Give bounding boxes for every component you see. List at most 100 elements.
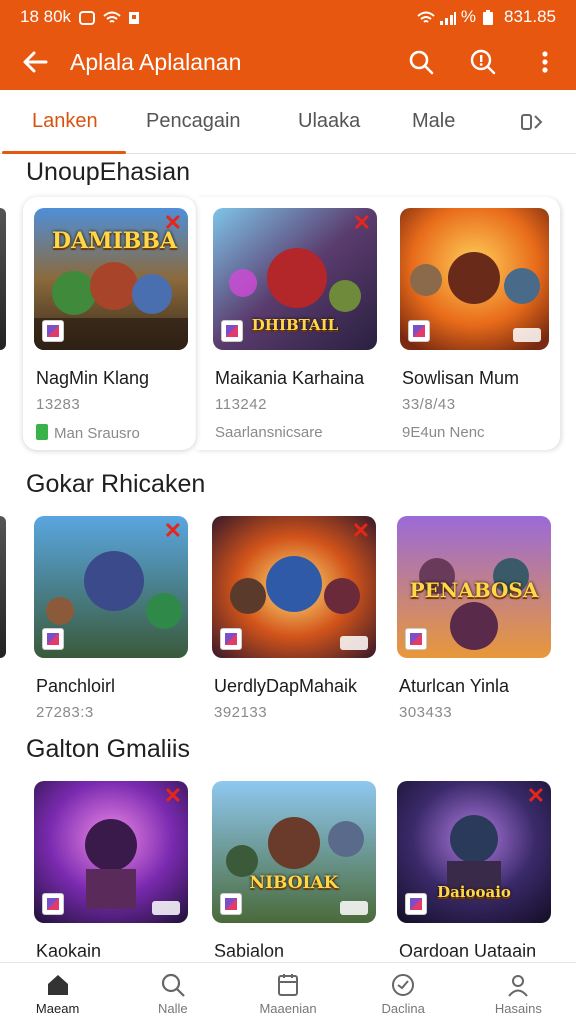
message-icon <box>79 10 96 25</box>
home-icon <box>47 974 68 995</box>
rating-badge-icon <box>221 320 243 342</box>
nav-label: Maeam <box>35 1000 80 1016</box>
game-thumbnail: Daiooaio ✕ <box>397 781 551 923</box>
close-icon[interactable]: ✕ <box>527 783 545 809</box>
rating-badge-icon <box>42 628 64 650</box>
nav-profile[interactable]: Hasains <box>461 963 576 1024</box>
nav-search[interactable]: Nalle <box>115 963 230 1024</box>
game-meta: 33/8/43 <box>402 396 456 413</box>
tab-label: Ulaaka <box>298 110 361 132</box>
game-meta: 303433 <box>399 704 453 721</box>
game-logo-text: DAMIBBA <box>52 228 178 254</box>
notification-icon <box>127 10 143 24</box>
tab-label: Pencagain <box>146 110 241 132</box>
tab-bar: Lanken Pencagain Ulaaka Male <box>0 90 576 154</box>
close-icon[interactable]: ✕ <box>353 210 371 236</box>
info-search-icon <box>470 49 496 75</box>
search-button[interactable] <box>390 49 452 75</box>
close-icon[interactable]: ✕ <box>164 783 182 809</box>
game-thumbnail: ✕ <box>34 516 188 658</box>
game-logo-text: Daiooaio <box>437 883 511 901</box>
platform-tag-icon <box>340 901 368 915</box>
close-icon[interactable]: ✕ <box>164 210 182 236</box>
platform-tag-icon <box>152 901 180 915</box>
info-search-button[interactable] <box>452 49 514 75</box>
game-thumbnail: ✕ <box>212 516 376 658</box>
game-title: Maikania Karhaina <box>215 368 365 388</box>
game-meta: 27283:3 <box>36 704 94 721</box>
android-icon <box>36 424 48 440</box>
close-icon[interactable]: ✕ <box>164 518 182 544</box>
game-logo-text: PENABOSA <box>409 578 539 602</box>
game-meta: 113242 <box>215 396 267 413</box>
game-subtitle-text: Man Srausro <box>54 425 140 442</box>
status-bar: 18 80k % 831.85 <box>0 0 576 34</box>
nav-fade <box>0 955 576 962</box>
tabs-scroll-icon <box>521 113 543 130</box>
tab-label: Male <box>412 110 456 132</box>
wifi-small-icon <box>103 10 121 24</box>
tab-male[interactable]: Male <box>412 90 455 154</box>
rating-badge-icon <box>220 893 242 915</box>
game-subtitle: 9E4un Nenc <box>402 424 485 441</box>
battery-percent: % <box>460 7 476 26</box>
clock-icon <box>392 973 415 996</box>
game-logo-text: NIBOIAK <box>249 873 339 893</box>
rating-badge-icon <box>42 893 64 915</box>
back-button[interactable] <box>0 51 70 73</box>
close-icon[interactable]: ✕ <box>352 518 370 544</box>
game-title: UerdlyDapMahaik <box>214 676 358 696</box>
tab-lanken[interactable]: Lanken <box>2 90 126 154</box>
game-thumbnail: NIBOIAK <box>212 781 376 923</box>
game-title: NagMin Klang <box>36 368 150 388</box>
game-subtitle: Saarlansnicsare <box>215 424 323 441</box>
section-title: UnoupEhasian <box>26 158 191 186</box>
tabs-more-button[interactable] <box>520 90 544 154</box>
wifi-icon <box>417 10 435 24</box>
rating-badge-icon <box>408 320 430 342</box>
more-vert-icon <box>542 51 548 73</box>
section-title: Gokar Rhicaken <box>26 470 206 498</box>
nav-label: Hasains <box>494 1000 542 1016</box>
rating-badge-icon <box>220 628 242 650</box>
search-icon <box>161 973 185 997</box>
game-thumbnail <box>400 208 549 350</box>
rating-badge-icon <box>405 628 427 650</box>
more-options-button[interactable] <box>514 50 576 74</box>
nav-clock[interactable]: Daclina <box>346 963 461 1024</box>
nav-home[interactable]: Maeam <box>0 963 115 1024</box>
page-title: Aplala Aplalanan <box>70 48 242 75</box>
tab-ulaaka[interactable]: Ulaaka <box>298 90 360 154</box>
tab-label: Lanken <box>32 110 98 132</box>
nav-label: Daclina <box>381 1000 425 1016</box>
game-title: Aturlcan Yinla <box>399 676 510 696</box>
game-subtitle: Man Srausro <box>36 424 140 442</box>
status-clock: 831.85 <box>504 7 556 26</box>
platform-tag-icon <box>513 328 541 342</box>
rating-badge-icon <box>405 893 427 915</box>
section-title: Galton Gmaliis <box>26 735 190 763</box>
platform-tag-icon <box>340 636 368 650</box>
nav-calendar[interactable]: Maaenian <box>230 963 345 1024</box>
game-title: Panchloirl <box>36 676 116 696</box>
tab-pencagain[interactable]: Pencagain <box>146 90 241 154</box>
nav-label: Maaenian <box>259 1000 317 1016</box>
game-thumbnail: DHIBTAIL ✕ <box>213 208 377 350</box>
nav-label: Nalle <box>157 1000 188 1016</box>
status-time: 18 80k <box>20 7 72 26</box>
battery-icon <box>482 10 498 25</box>
game-logo-text: DHIBTAIL <box>251 316 339 334</box>
game-thumbnail: ✕ <box>34 781 188 923</box>
game-meta: 13283 <box>36 396 81 413</box>
scroll-peek-card <box>0 208 6 350</box>
rating-badge-icon <box>42 320 64 342</box>
calendar-icon <box>278 973 298 996</box>
app-bar: Aplala Aplalanan <box>0 34 576 90</box>
scroll-peek-card <box>0 516 6 658</box>
back-arrow-icon <box>23 51 48 73</box>
app-root: 18 80k % 831.85 Aplala Aplalanan Lanken … <box>0 0 576 1024</box>
bottom-navigation: Maeam Nalle Maaenian Daclina Hasains <box>0 962 576 1024</box>
search-icon <box>409 50 434 75</box>
game-thumbnail: PENABOSA <box>397 516 551 658</box>
game-meta: 392133 <box>214 704 268 721</box>
